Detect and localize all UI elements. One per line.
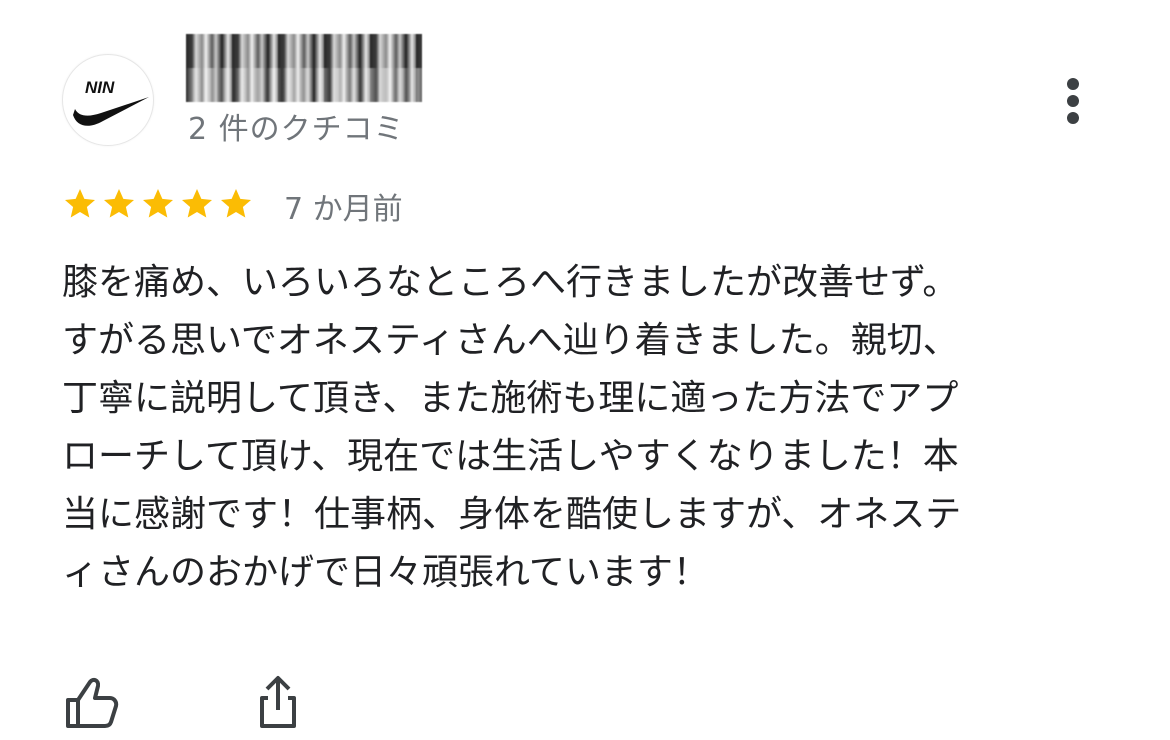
review-line: 膝を痛め、いろいろなところへ行きましたが改善せず。 — [62, 262, 959, 303]
review-text: 膝を痛め、いろいろなところへ行きましたが改善せず。 すがる思いでオネスティさんへ辿… — [62, 254, 1102, 602]
more-vert-icon[interactable] — [1058, 76, 1088, 130]
star-icon — [221, 189, 251, 218]
review-line: すがる思いでオネスティさんへ辿り着きました。親切、 — [62, 320, 959, 361]
star-icon — [104, 189, 134, 218]
star-rating — [62, 186, 254, 226]
swoosh-logo-icon: NIN — [73, 78, 149, 126]
review-line: 当に感謝です！仕事柄、身体を酷使しますが、オネステ — [62, 494, 962, 535]
star-icon — [143, 189, 173, 218]
star-icon — [65, 189, 95, 218]
share-icon[interactable] — [248, 674, 308, 730]
review-time: 7 か月前 — [284, 192, 403, 227]
review-count: 2 件のクチコミ — [188, 112, 405, 147]
review-line: ローチして頂け、現在では生活しやすくなりました！本 — [62, 436, 959, 477]
review-line: 丁寧に説明して頂き、また施術も理に適った方法でアプ — [62, 378, 959, 419]
avatar-logo-text: NIN — [85, 78, 115, 97]
avatar[interactable]: NIN — [62, 54, 154, 146]
reviewer-name-redacted[interactable] — [186, 34, 422, 102]
star-icon — [182, 189, 212, 218]
review-line: ィさんのおかげで日々頑張れています！ — [62, 552, 709, 593]
thumb-up-icon[interactable] — [60, 674, 120, 730]
